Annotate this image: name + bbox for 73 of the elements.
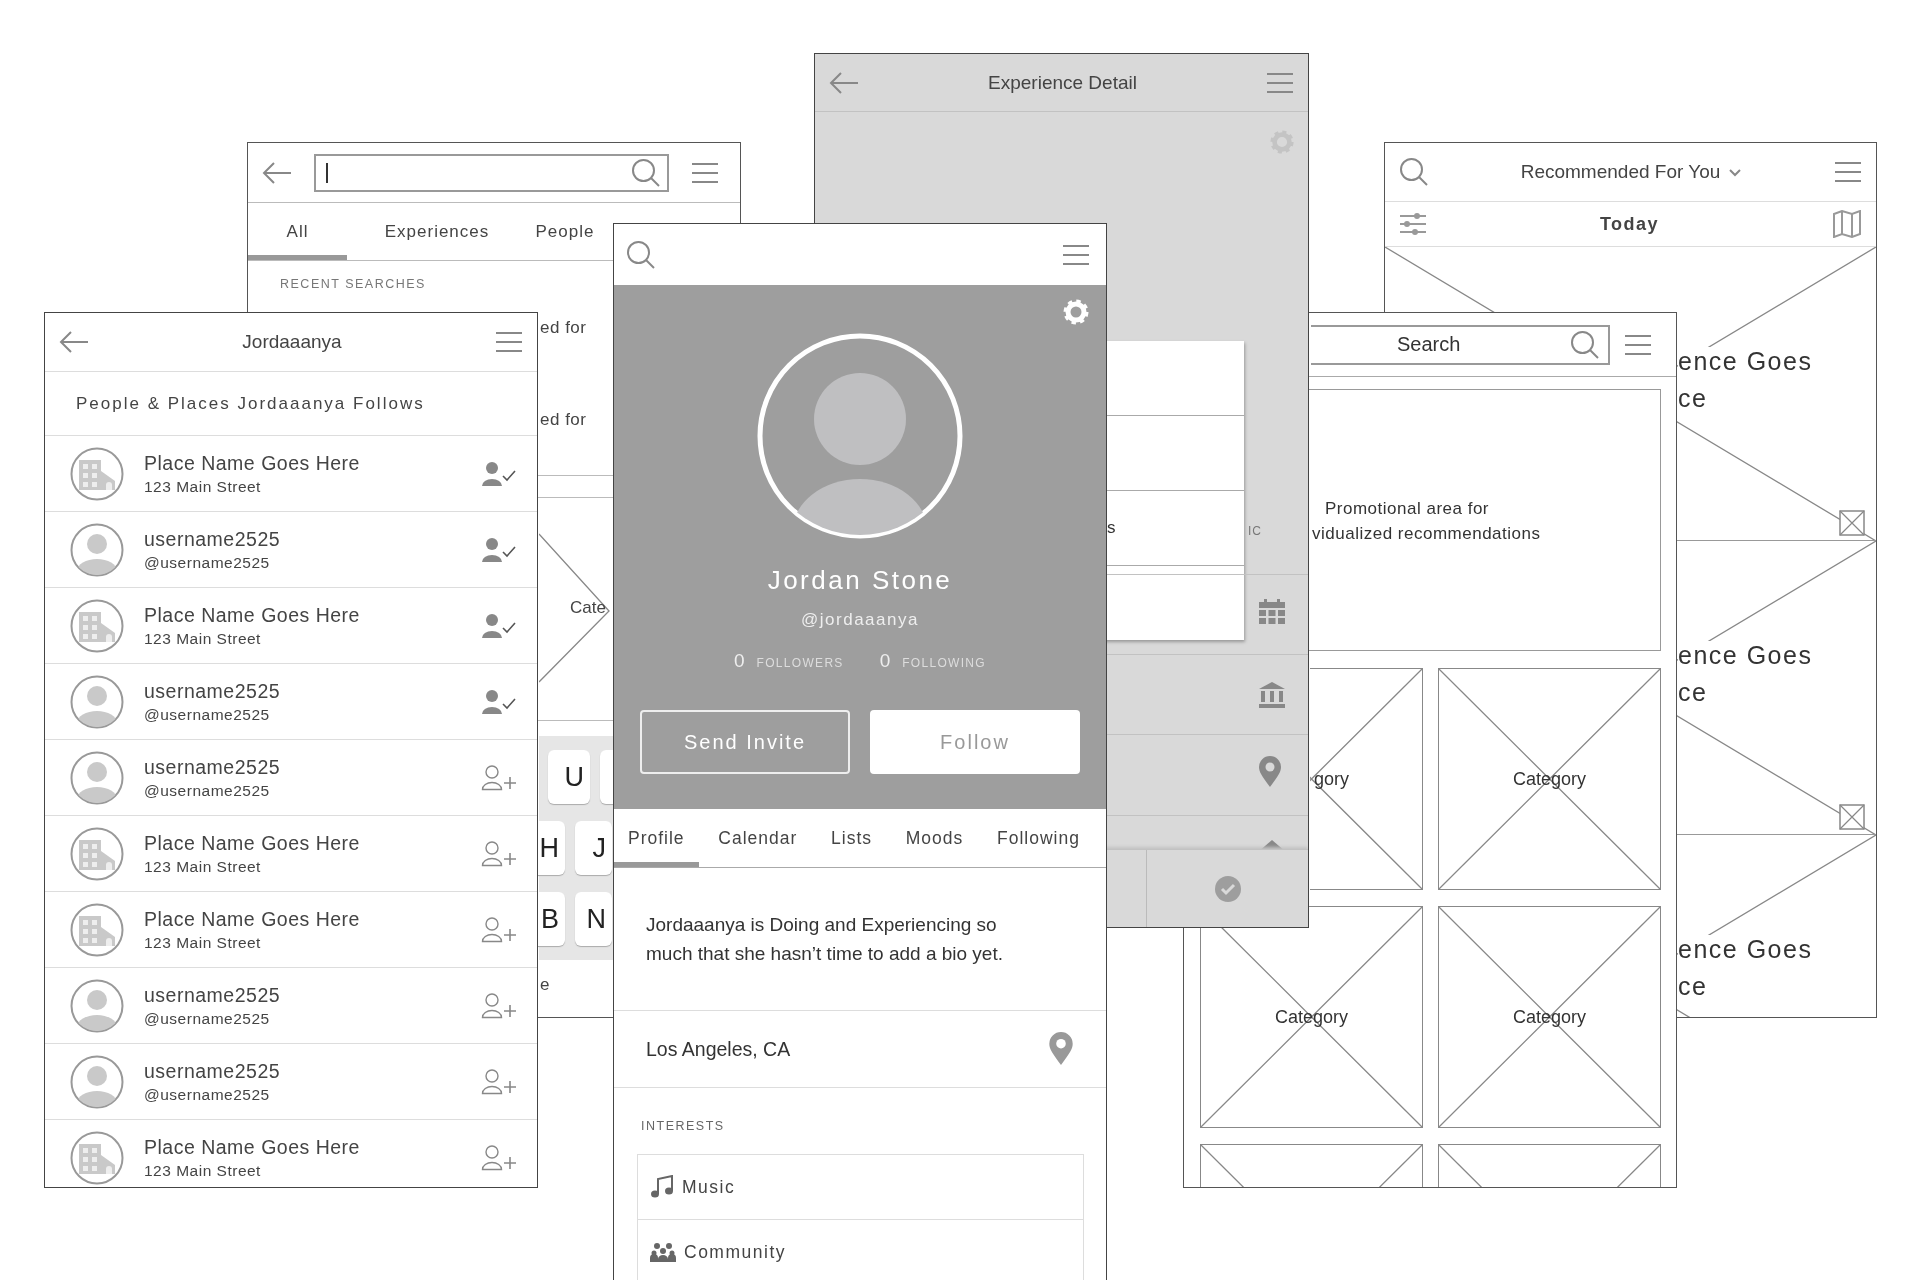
row-subtitle: 123 Main Street xyxy=(144,477,262,496)
row-subtitle: 123 Main Street xyxy=(144,1161,262,1180)
title-dropdown[interactable]: Recommended For You xyxy=(1520,161,1743,183)
keyboard-text: e xyxy=(540,975,550,995)
row-subtitle: @username2525 xyxy=(144,1009,271,1028)
profile-handle: @jordaaanya xyxy=(801,610,919,630)
row-subtitle: 123 Main Street xyxy=(144,857,262,876)
keyboard-key[interactable]: U xyxy=(548,750,590,804)
interest-row[interactable]: Music xyxy=(638,1155,1083,1220)
recent-search-text: ed for xyxy=(540,318,587,338)
tab[interactable]: Calendar xyxy=(704,809,812,867)
tab[interactable]: Following xyxy=(983,809,1094,867)
section-label: INTERESTS xyxy=(640,1118,726,1135)
recent-search-text: ed for xyxy=(540,410,587,430)
interest-row[interactable]: Community xyxy=(638,1220,1083,1280)
row-subtitle: @username2525 xyxy=(144,705,271,724)
follow-row[interactable]: username2525 @username2525 xyxy=(45,1044,537,1120)
row-subtitle: 123 Main Street xyxy=(144,933,262,952)
section-heading: People & Places Jordaaanya Follows xyxy=(76,393,425,414)
promo-text: Promotional area for xyxy=(1325,499,1490,519)
row-title: username2525 xyxy=(144,983,282,1007)
follow-row[interactable]: username2525 @username2525 xyxy=(45,512,537,588)
stat-label: FOLLOWING xyxy=(902,656,986,670)
location-text: Los Angeles, CA xyxy=(646,1037,791,1061)
row-title: username2525 xyxy=(144,1059,282,1083)
bio-text: Jordaaanya is Doing and Experiencing so much that she hasn’t time to add a bio yet. xyxy=(614,868,1106,1011)
keyboard-key[interactable]: J xyxy=(575,821,612,875)
row-subtitle: 123 Main Street xyxy=(144,629,262,648)
detail-text: IC xyxy=(1248,524,1262,538)
row-subtitle: @username2525 xyxy=(144,1085,271,1104)
tab[interactable]: Profile xyxy=(614,809,699,867)
tab[interactable]: All xyxy=(248,203,347,260)
stat-count: 0 xyxy=(879,650,891,672)
row-title: Place Name Goes Here xyxy=(144,907,361,931)
keyboard-key[interactable]: N xyxy=(575,892,612,946)
follow-row[interactable]: Place Name Goes Here 123 Main Street xyxy=(45,816,537,892)
tab[interactable]: People xyxy=(527,203,603,260)
category-label: Category xyxy=(1274,1006,1348,1028)
category-label: gory xyxy=(1314,768,1349,790)
profile-name: Jordan Stone xyxy=(767,565,953,596)
screen-title: Jordaaanya xyxy=(242,331,342,353)
row-title: Place Name Goes Here xyxy=(144,831,361,855)
row-title: username2525 xyxy=(144,755,282,779)
screen-title: Experience Detail xyxy=(988,71,1137,94)
row-title: Place Name Goes Here xyxy=(144,451,361,475)
row-title: username2525 xyxy=(144,679,282,703)
tab[interactable]: Lists xyxy=(817,809,887,867)
stat-label: FOLLOWERS xyxy=(756,656,844,670)
category-tile[interactable]: Category xyxy=(1438,906,1661,1128)
option-text: s xyxy=(1107,518,1116,538)
follow-row[interactable]: Place Name Goes Here 123 Main Street xyxy=(45,588,537,664)
follow-row[interactable]: username2525 @username2525 xyxy=(45,740,537,816)
search-field[interactable]: Search xyxy=(1311,324,1610,365)
date-label: Today xyxy=(1599,213,1660,235)
row-subtitle: @username2525 xyxy=(144,781,271,800)
category-label: Cate xyxy=(570,598,606,618)
follow-row[interactable]: Place Name Goes Here 123 Main Street xyxy=(45,436,537,512)
tab[interactable]: Experiences xyxy=(347,203,527,260)
stat-count: 0 xyxy=(734,650,745,672)
row-subtitle: @username2525 xyxy=(144,553,271,572)
follow-row[interactable]: username2525 @username2525 xyxy=(45,664,537,740)
category-label: Category xyxy=(1512,768,1586,790)
follow-row[interactable]: username2525 @username2525 xyxy=(45,968,537,1044)
category-label: Category xyxy=(1512,1006,1586,1028)
tab[interactable]: Moods xyxy=(891,809,978,867)
category-tile[interactable]: Category xyxy=(1438,668,1661,890)
promo-text: vidualized recommendations xyxy=(1312,524,1541,544)
follow-row[interactable]: Place Name Goes Here 123 Main Street xyxy=(45,1120,537,1187)
row-title: Place Name Goes Here xyxy=(144,1135,361,1159)
row-title: username2525 xyxy=(144,527,282,551)
follow-row[interactable]: Place Name Goes Here 123 Main Street xyxy=(45,892,537,968)
row-title: Place Name Goes Here xyxy=(144,603,361,627)
section-label: RECENT SEARCHES xyxy=(280,277,426,291)
